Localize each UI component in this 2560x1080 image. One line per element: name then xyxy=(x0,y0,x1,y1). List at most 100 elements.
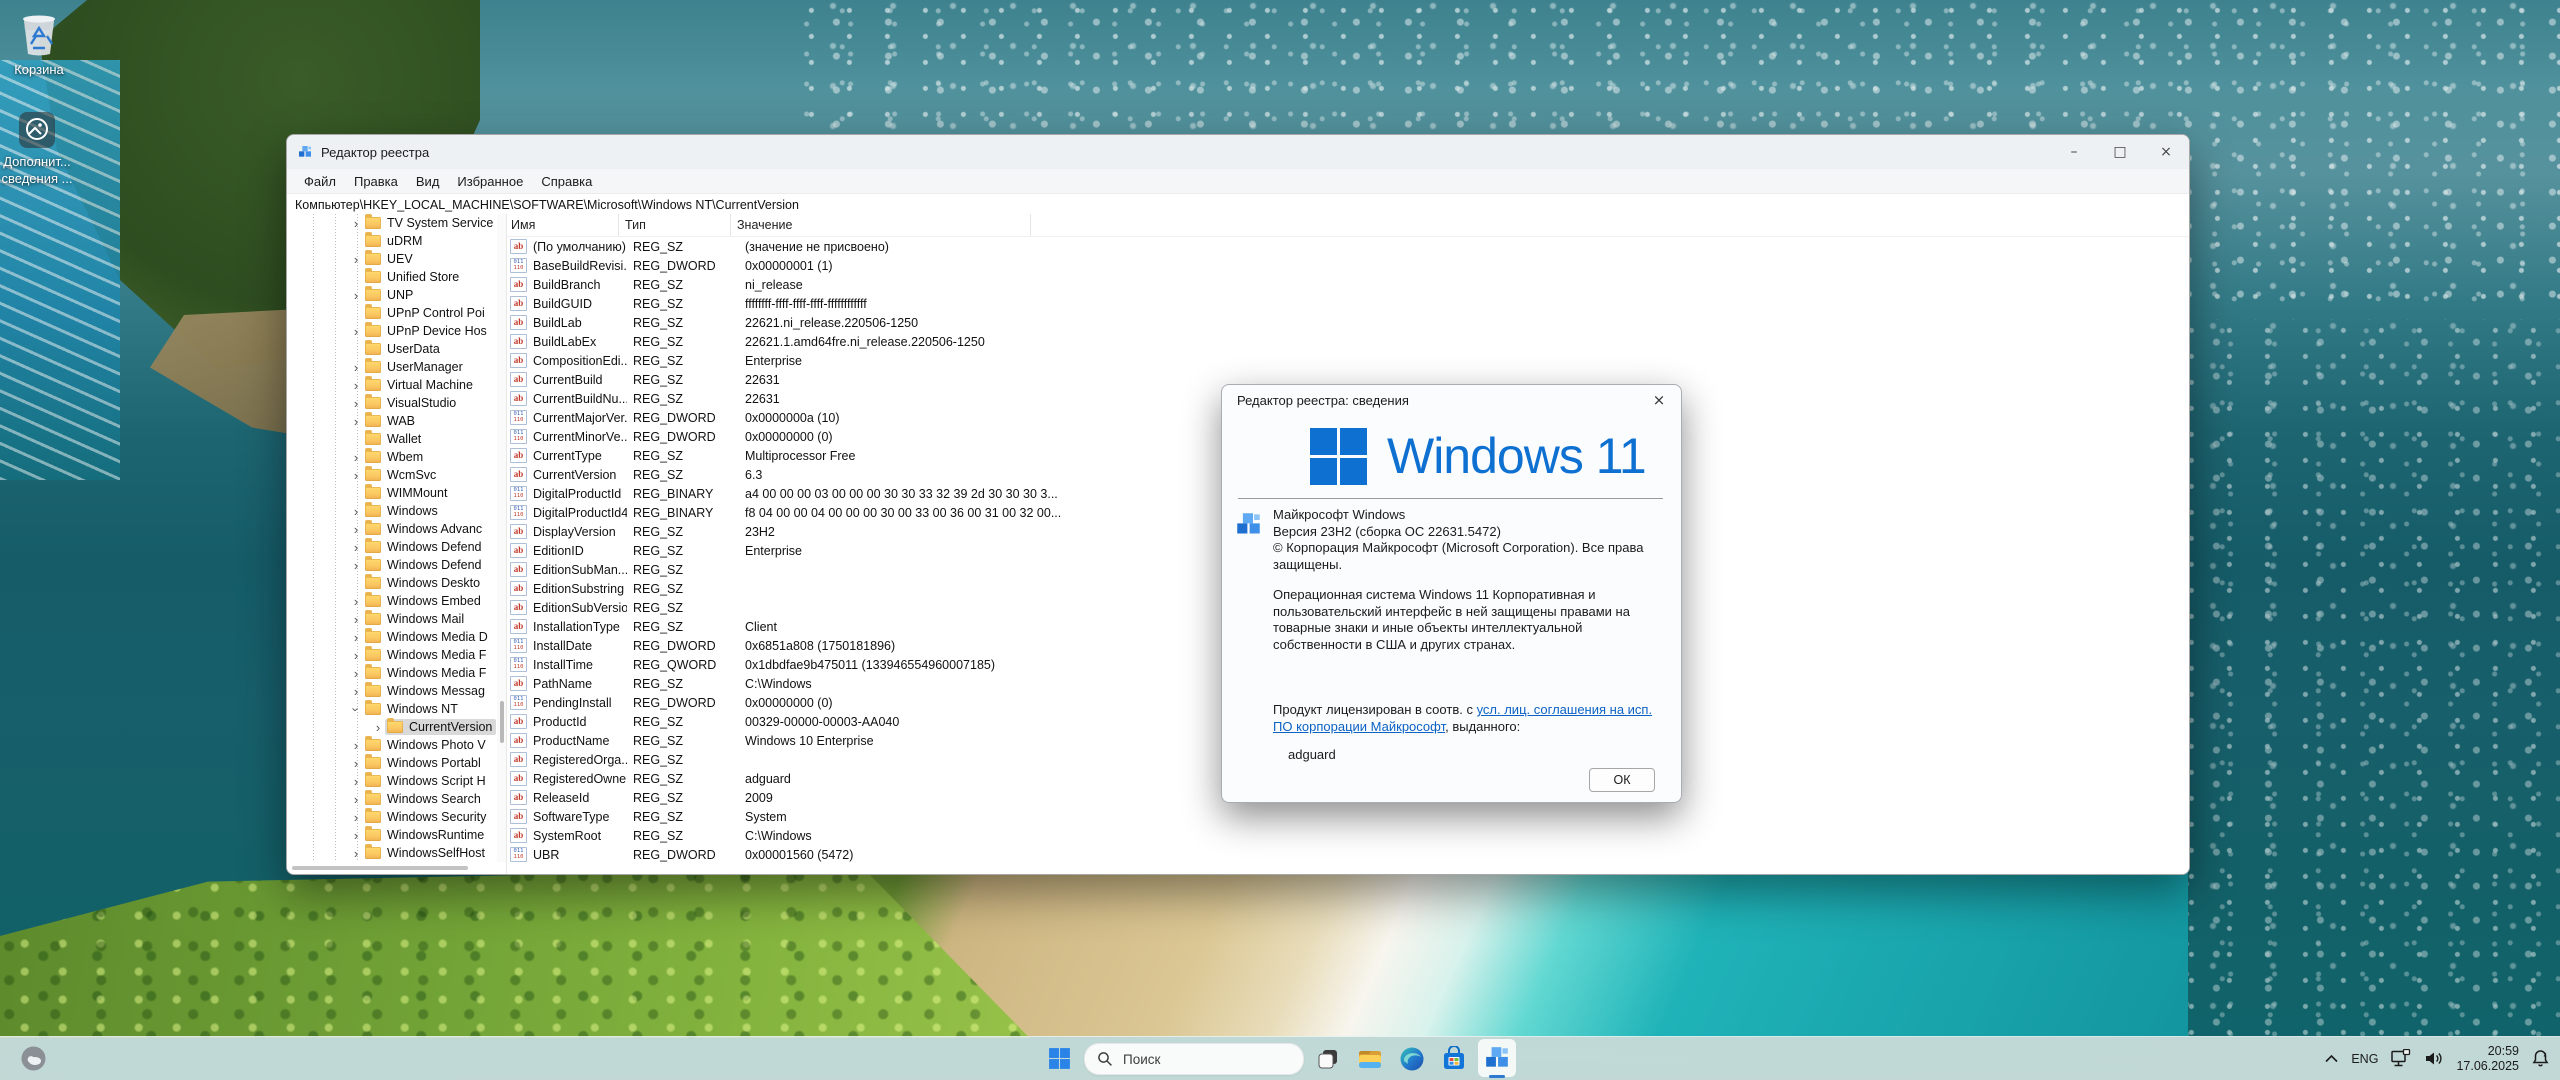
menu-item-правка[interactable]: Правка xyxy=(345,174,407,189)
tree-expander-icon[interactable]: › xyxy=(349,504,363,519)
registry-value-row-ubr[interactable]: 011 110 UBR REG_DWORD 0x00001560 (5472) xyxy=(507,845,2189,864)
tree-expander-icon[interactable]: › xyxy=(349,648,363,663)
tree-expander-icon[interactable]: › xyxy=(349,324,363,339)
tree-expander-icon[interactable]: › xyxy=(349,216,363,231)
tree-item-windows-portabl[interactable]: › Windows Portabl xyxy=(287,754,497,772)
microsoft-store-button[interactable] xyxy=(1440,1045,1467,1072)
desktop-icon-info-file[interactable]: Дополнит... сведения ... xyxy=(0,110,82,188)
registry-value-row-buildbranch[interactable]: ab BuildBranch REG_SZ ni_release xyxy=(507,275,2189,294)
dialog-titlebar[interactable]: Редактор реестра: сведения × xyxy=(1222,385,1681,415)
start-button[interactable] xyxy=(1046,1045,1073,1072)
tree-expander-icon[interactable]: › xyxy=(349,702,364,716)
tree-expander-icon[interactable]: › xyxy=(349,288,363,303)
tree-item-windows[interactable]: › Windows xyxy=(287,502,497,520)
tree-item-uev[interactable]: › UEV xyxy=(287,250,497,268)
volume-icon[interactable] xyxy=(2424,1050,2444,1067)
tree-item-windows-deskto[interactable]: Windows Deskto xyxy=(287,574,497,592)
tree-expander-icon[interactable]: › xyxy=(349,396,363,411)
column-header-type[interactable]: Тип xyxy=(619,214,731,236)
tree-expander-icon[interactable]: › xyxy=(371,720,385,735)
registry-value-row-softwaretype[interactable]: ab SoftwareType REG_SZ System xyxy=(507,807,2189,826)
column-header-name[interactable]: Имя xyxy=(507,214,619,236)
registry-tree[interactable]: › TV System Service uDRM › UEV Unified Store ›… xyxy=(287,214,497,862)
registry-value-row-buildlab[interactable]: ab BuildLab REG_SZ 22621.ni_release.220506-… xyxy=(507,313,2189,332)
tree-item-currentversion[interactable]: › CurrentVersion xyxy=(287,718,497,736)
tree-item-windows-mail[interactable]: › Windows Mail xyxy=(287,610,497,628)
tree-expander-icon[interactable]: › xyxy=(349,774,363,789)
tree-item-windows-media-f[interactable]: › Windows Media F xyxy=(287,664,497,682)
tree-item-wimmount[interactable]: WIMMount xyxy=(287,484,497,502)
tree-item-visualstudio[interactable]: › VisualStudio xyxy=(287,394,497,412)
network-icon[interactable] xyxy=(2390,1049,2412,1068)
close-button[interactable]: × xyxy=(2143,135,2189,169)
tree-expander-icon[interactable]: › xyxy=(349,612,363,627)
tree-item-userdata[interactable]: UserData xyxy=(287,340,497,358)
registry-value-row-systemroot[interactable]: ab SystemRoot REG_SZ C:\Windows xyxy=(507,826,2189,845)
tree-item-wcmsvc[interactable]: › WcmSvc xyxy=(287,466,497,484)
desktop-icon-recycle-bin[interactable]: Корзина xyxy=(0,10,84,79)
widgets-button[interactable] xyxy=(20,1045,47,1077)
registry-value-row-basebuildrevisi[interactable]: 011 110 BaseBuildRevisi... REG_DWORD 0x00000… xyxy=(507,256,2189,275)
tree-expander-icon[interactable]: › xyxy=(349,522,363,537)
taskbar-search[interactable]: Поиск xyxy=(1084,1043,1304,1075)
tree-expander-icon[interactable]: › xyxy=(349,630,363,645)
tree-expander-icon[interactable]: › xyxy=(349,540,363,555)
registry-value-row-buildguid[interactable]: ab BuildGUID REG_SZ ffffffff-ffff-ffff-ffff… xyxy=(507,294,2189,313)
tree-expander-icon[interactable]: › xyxy=(349,666,363,681)
window-titlebar[interactable]: Редактор реестра – □ × xyxy=(287,135,2189,169)
tree-expander-icon[interactable]: › xyxy=(349,828,363,843)
tree-item-upnp-control-poi[interactable]: UPnP Control Poi xyxy=(287,304,497,322)
maximize-button[interactable]: □ xyxy=(2097,135,2143,169)
tree-item-wbem[interactable]: › Wbem xyxy=(287,448,497,466)
tree-item-windowsruntime[interactable]: › WindowsRuntime xyxy=(287,826,497,844)
tree-expander-icon[interactable]: › xyxy=(349,558,363,573)
file-explorer-button[interactable] xyxy=(1356,1045,1383,1072)
column-header-value[interactable]: Значение xyxy=(731,214,1031,236)
tree-expander-icon[interactable]: › xyxy=(349,810,363,825)
tree-item-windows-photo-v[interactable]: › Windows Photo V xyxy=(287,736,497,754)
menu-item-файл[interactable]: Файл xyxy=(295,174,345,189)
scrollbar-thumb[interactable] xyxy=(500,701,504,743)
tree-item-upnp-device-hos[interactable]: › UPnP Device Hos xyxy=(287,322,497,340)
tree-expander-icon[interactable]: › xyxy=(349,378,363,393)
tree-item-windows-messag[interactable]: › Windows Messag xyxy=(287,682,497,700)
tree-expander-icon[interactable]: › xyxy=(349,252,363,267)
tree-expander-icon[interactable]: › xyxy=(349,450,363,465)
menu-item-справка[interactable]: Справка xyxy=(532,174,601,189)
tree-item-unified-store[interactable]: Unified Store xyxy=(287,268,497,286)
tree-expander-icon[interactable]: › xyxy=(349,684,363,699)
address-bar[interactable]: Компьютер\HKEY_LOCAL_MACHINE\SOFTWARE\Mi… xyxy=(287,194,2189,216)
tree-horizontal-scrollbar[interactable] xyxy=(292,866,468,870)
tree-expander-icon[interactable]: › xyxy=(349,468,363,483)
menu-item-вид[interactable]: Вид xyxy=(407,174,449,189)
tree-item-windows-media-d[interactable]: › Windows Media D xyxy=(287,628,497,646)
tree-expander-icon[interactable]: › xyxy=(349,594,363,609)
tree-expander-icon[interactable]: › xyxy=(349,846,363,861)
tree-item-wab[interactable]: › WAB xyxy=(287,412,497,430)
tree-expander-icon[interactable]: › xyxy=(349,414,363,429)
tree-item-windows-security[interactable]: › Windows Security xyxy=(287,808,497,826)
registry-value-row-compositionedi[interactable]: ab CompositionEdi... REG_SZ Enterprise xyxy=(507,351,2189,370)
tree-item-windows-defend[interactable]: › Windows Defend xyxy=(287,556,497,574)
tree-item-usermanager[interactable]: › UserManager xyxy=(287,358,497,376)
tree-item-windows-nt[interactable]: › Windows NT xyxy=(287,700,497,718)
notification-bell-icon[interactable]: z xyxy=(2531,1049,2550,1068)
tree-expander-icon[interactable]: › xyxy=(349,738,363,753)
taskbar-clock[interactable]: 20:59 17.06.2025 xyxy=(2456,1044,2519,1074)
registry-value-row-buildlabex[interactable]: ab BuildLabEx REG_SZ 22621.1.amd64fre.ni_re… xyxy=(507,332,2189,351)
task-view-button[interactable] xyxy=(1314,1045,1341,1072)
tree-item-tv-system-service[interactable]: › TV System Service xyxy=(287,214,497,232)
tree-expander-icon[interactable]: › xyxy=(349,360,363,375)
tree-item-windowsselfhost[interactable]: › WindowsSelfHost xyxy=(287,844,497,862)
tree-item-windows-embed[interactable]: › Windows Embed xyxy=(287,592,497,610)
tree-item-windows-script-h[interactable]: › Windows Script H xyxy=(287,772,497,790)
tree-item-wallet[interactable]: Wallet xyxy=(287,430,497,448)
edge-browser-button[interactable] xyxy=(1398,1045,1425,1072)
registry-editor-taskbar-button[interactable] xyxy=(1478,1039,1516,1078)
tree-item-windows-defend[interactable]: › Windows Defend xyxy=(287,538,497,556)
tree-item-unp[interactable]: › UNP xyxy=(287,286,497,304)
tree-expander-icon[interactable]: › xyxy=(349,792,363,807)
tree-item-windows-advanc[interactable]: › Windows Advanc xyxy=(287,520,497,538)
tree-item-udrm[interactable]: uDRM xyxy=(287,232,497,250)
menu-item-избранное[interactable]: Избранное xyxy=(448,174,532,189)
